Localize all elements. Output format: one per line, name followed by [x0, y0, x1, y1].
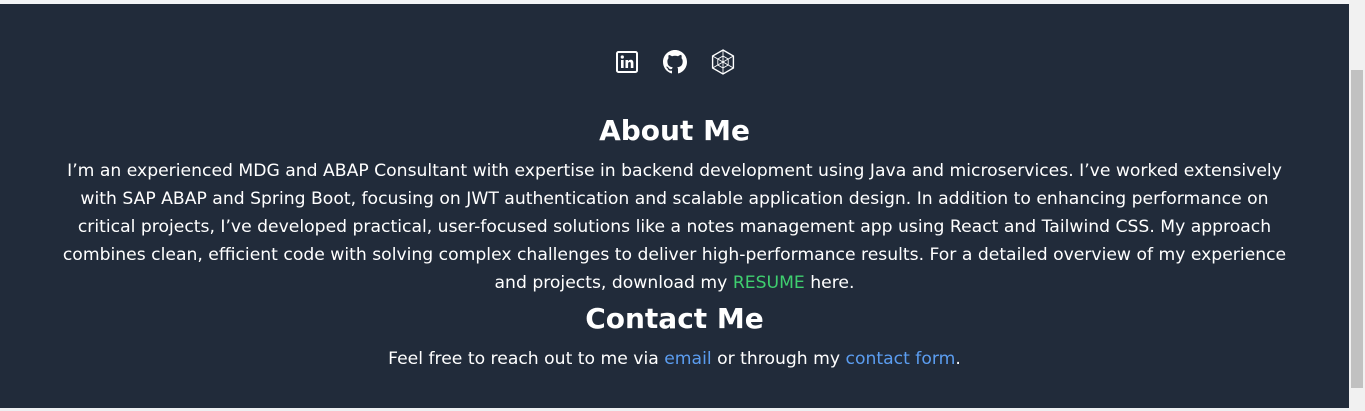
linkedin-icon: [615, 51, 638, 73]
about-text-tail: here.: [804, 273, 855, 293]
contact-text-middle: or through my: [711, 349, 846, 369]
contact-text-end: .: [955, 349, 961, 369]
about-contact-section: About Me I’m an experienced MDG and ABAP…: [0, 4, 1349, 408]
contact-heading: Contact Me: [585, 302, 764, 335]
about-text-body: I’m an experienced MDG and ABAP Consulta…: [62, 161, 1287, 293]
linkedin-link[interactable]: [614, 49, 640, 75]
social-links: [0, 49, 1349, 75]
about-paragraph: I’m an experienced MDG and ABAP Consulta…: [50, 157, 1299, 297]
email-link[interactable]: email: [664, 349, 711, 369]
contact-form-link[interactable]: contact form: [846, 349, 956, 369]
about-heading: About Me: [599, 114, 750, 147]
portfolio-link[interactable]: [710, 49, 736, 75]
vertical-scrollbar-thumb[interactable]: [1351, 70, 1363, 388]
github-icon: [662, 50, 687, 74]
contact-paragraph: Feel free to reach out to me via email o…: [0, 345, 1349, 373]
resume-link[interactable]: RESUME: [733, 273, 805, 293]
github-link[interactable]: [662, 49, 688, 75]
hashnode-icon: [710, 49, 736, 75]
contact-text-intro: Feel free to reach out to me via: [388, 349, 665, 369]
